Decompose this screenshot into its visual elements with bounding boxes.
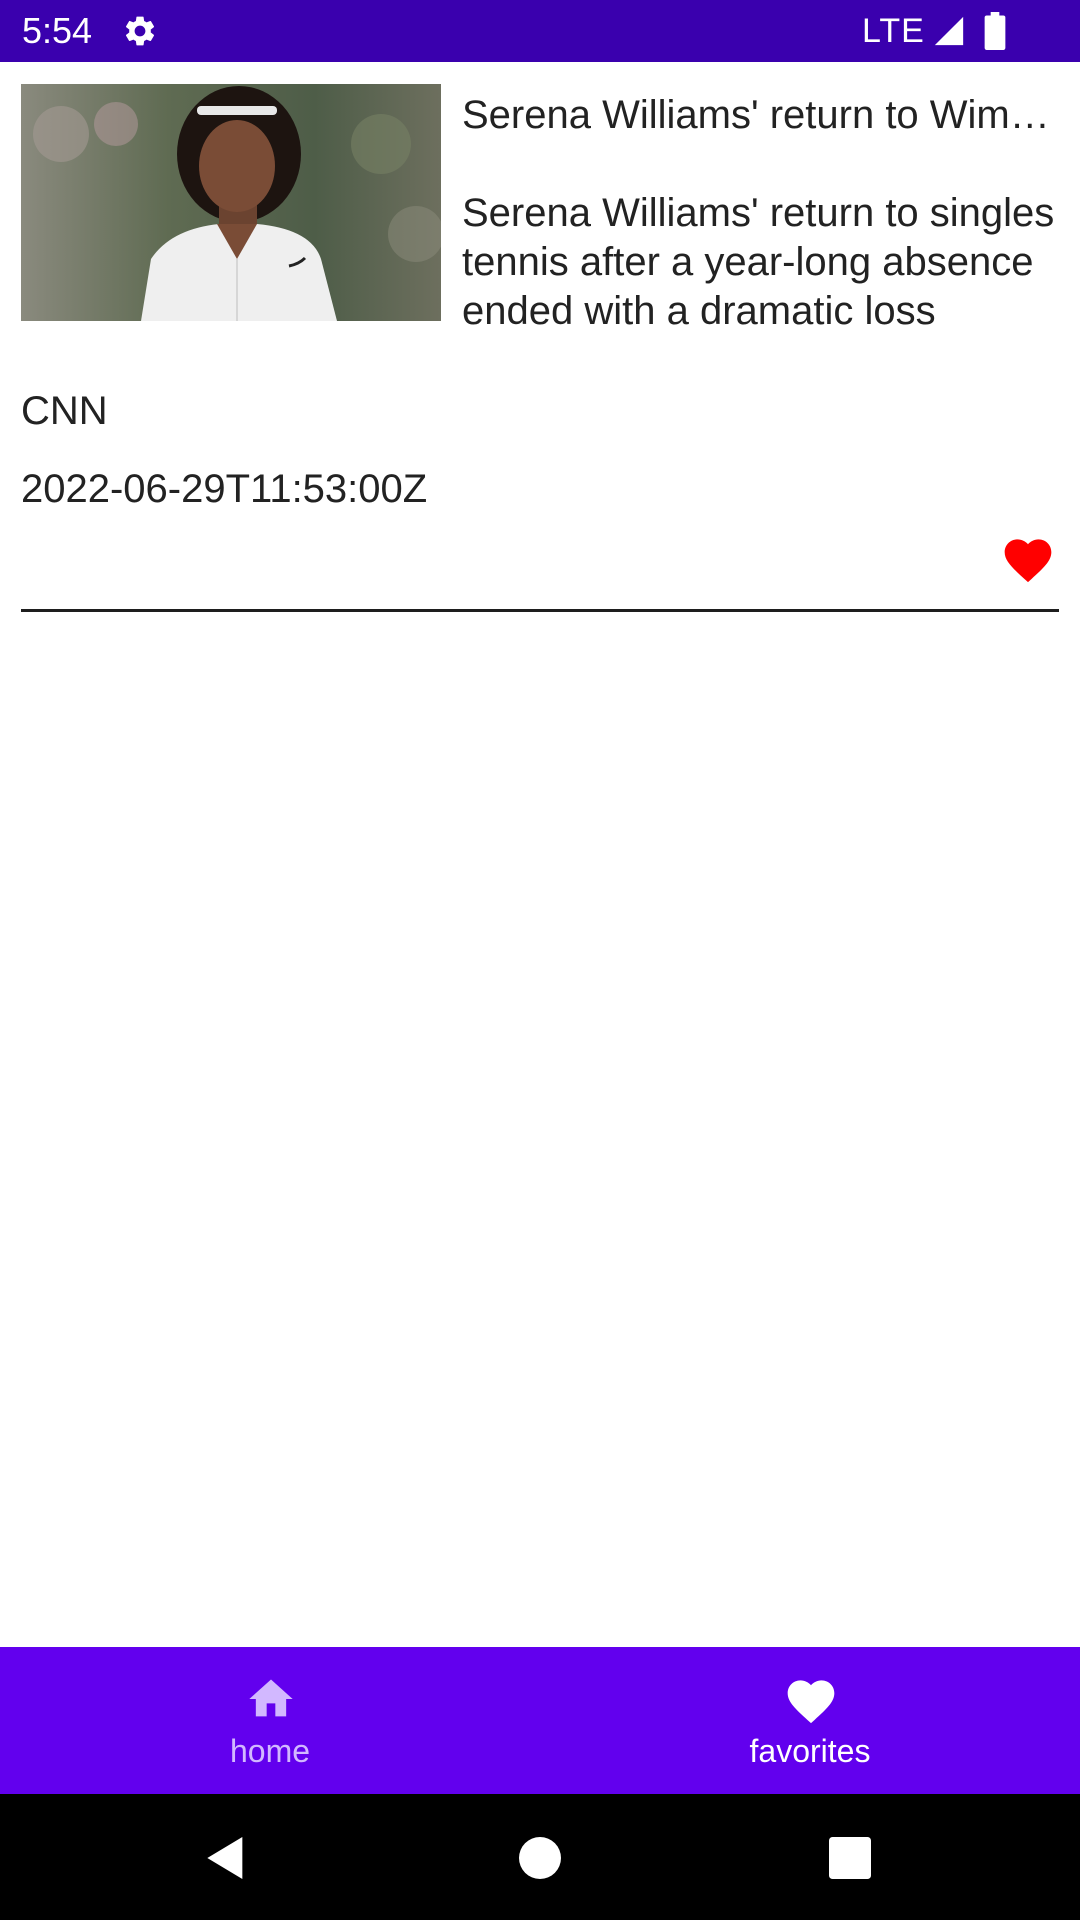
signal-icon — [934, 16, 964, 46]
recents-icon[interactable] — [822, 1830, 878, 1886]
nav-home-label: home — [229, 1733, 311, 1769]
nav-home[interactable]: home — [0, 1647, 540, 1794]
battery-icon — [984, 12, 1006, 50]
heart-icon — [787, 1680, 835, 1724]
article-title[interactable]: Serena Williams' return to Wimbledon end… — [462, 90, 1062, 140]
status-bar: 5:54 LTE — [0, 0, 1080, 62]
article-summary: Serena Williams' return to singles tenni… — [462, 191, 1055, 333]
nav-favorites-label: favorites — [749, 1733, 871, 1769]
item-divider — [21, 609, 1059, 612]
nav-favorites[interactable]: favorites — [540, 1647, 1080, 1794]
home-circle-icon[interactable] — [512, 1830, 568, 1886]
bottom-navigation: home favorites — [0, 1647, 1080, 1794]
article-source: CNN — [21, 389, 108, 433]
back-icon[interactable] — [198, 1830, 254, 1886]
status-time: 5:54 — [22, 10, 93, 51]
article-photo — [21, 84, 441, 321]
article-published-date: 2022-06-29T11:53:00Z — [21, 467, 428, 511]
home-icon — [249, 1679, 293, 1717]
network-type: LTE — [862, 12, 925, 50]
article-thumbnail[interactable] — [21, 84, 441, 321]
heart-icon[interactable] — [1000, 532, 1056, 584]
gear-icon — [125, 16, 155, 46]
system-navigation-bar — [0, 1794, 1080, 1920]
